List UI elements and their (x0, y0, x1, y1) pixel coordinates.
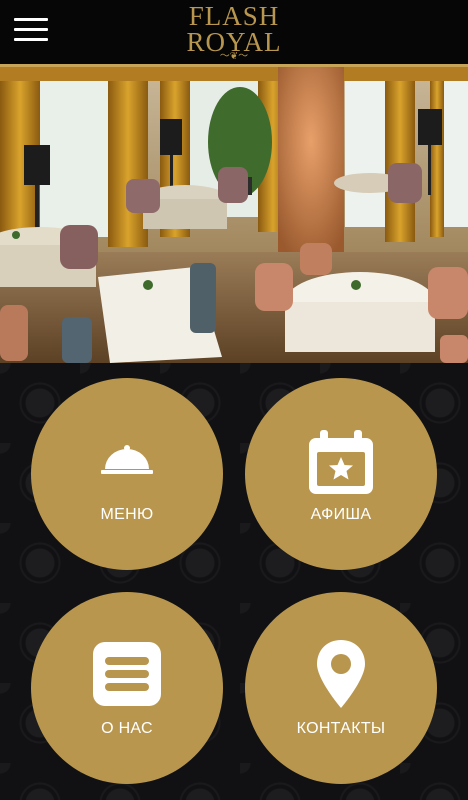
logo-line-1: FLASH (188, 1, 280, 31)
events-button[interactable]: АФИША (245, 378, 437, 570)
cloche-icon (31, 444, 223, 481)
list-icon (31, 642, 223, 711)
menu-button-label: МЕНЮ (100, 506, 154, 523)
menu-button[interactable]: МЕНЮ (31, 378, 223, 570)
about-button-label: О НАС (101, 720, 153, 737)
location-pin-icon (245, 640, 437, 713)
about-button[interactable]: О НАС (31, 592, 223, 784)
logo: FLASH ROYAL 〜❦〜 (0, 2, 468, 62)
calendar-star-icon (245, 428, 437, 503)
restaurant-hall-photo (0, 67, 468, 363)
contacts-button[interactable]: КОНТАКТЫ (245, 592, 437, 784)
events-button-label: АФИША (310, 506, 372, 523)
top-bar: FLASH ROYAL 〜❦〜 (0, 0, 468, 64)
contacts-button-label: КОНТАКТЫ (296, 720, 386, 737)
navigation-grid: МЕНЮ АФИША О НАС КОНТАКТЫ (0, 363, 468, 800)
logo-ornament-icon: 〜❦〜 (219, 51, 249, 62)
